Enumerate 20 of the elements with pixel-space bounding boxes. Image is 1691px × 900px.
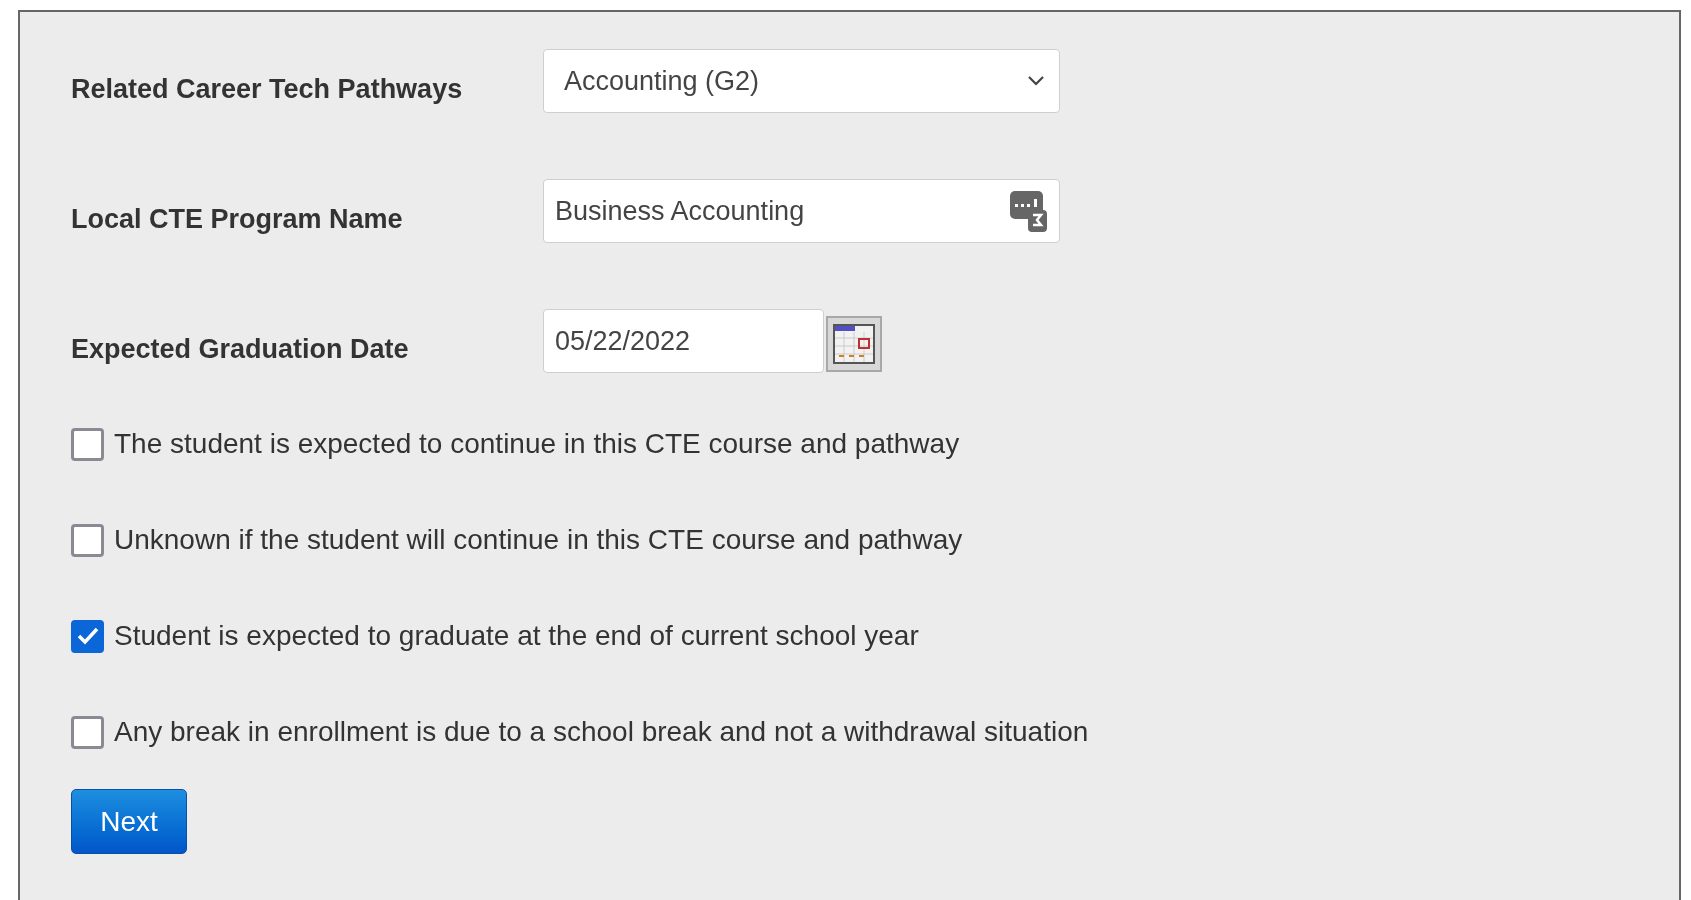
calendar-button[interactable] <box>826 316 882 372</box>
program-name-field[interactable]: Business Accounting <box>543 179 1060 243</box>
checkbox-label: Any break in enrollment is due to a school break and not a withdrawal situation <box>114 715 1089 749</box>
pathway-dropdown[interactable]: Accounting (G2) <box>543 49 1060 113</box>
calendar-icon <box>833 324 875 364</box>
field-label: Expected Graduation Date <box>71 332 410 366</box>
chevron-down-icon <box>1027 75 1045 87</box>
field-label: Local CTE Program Name <box>71 202 404 236</box>
checkbox[interactable] <box>71 715 104 749</box>
checkbox-label: The student is expected to continue in this CTE course and pathway <box>114 427 960 461</box>
checkmark-icon <box>76 627 99 645</box>
next-button[interactable]: Next <box>71 789 187 854</box>
field-label: Related Career Tech Pathways <box>71 72 464 106</box>
date-field[interactable]: 05/22/2022 <box>543 309 824 373</box>
checkbox-label: Student is expected to graduate at the end of current school year <box>114 619 919 653</box>
checkbox[interactable] <box>71 523 104 557</box>
checkbox[interactable] <box>71 619 104 653</box>
counter-icon <box>1009 190 1047 232</box>
checkbox-label: Unknown if the student will continue in this CTE course and pathway <box>114 523 963 557</box>
checkbox[interactable] <box>71 427 104 461</box>
